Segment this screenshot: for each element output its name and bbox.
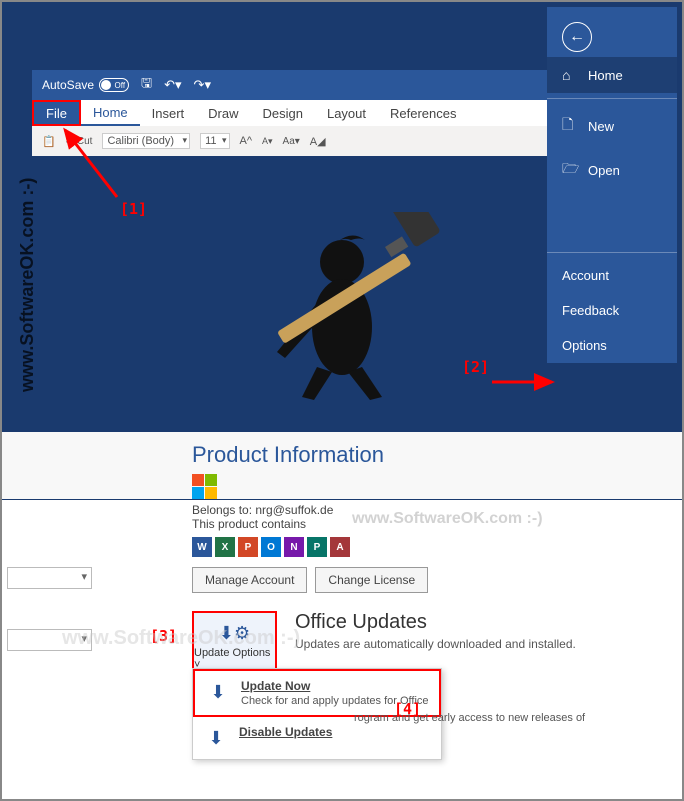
anno-1: [1] bbox=[120, 200, 147, 218]
new-icon: 🗋 bbox=[562, 114, 578, 138]
change-case-icon[interactable]: Aa▾ bbox=[283, 136, 300, 147]
tab-references[interactable]: References bbox=[378, 100, 468, 126]
arrow-1 bbox=[57, 122, 127, 192]
product-heading: Product Information bbox=[192, 442, 682, 468]
tab-draw[interactable]: Draw bbox=[196, 100, 250, 126]
backstage-top: ← bbox=[547, 7, 677, 57]
app-icon-n: N bbox=[284, 537, 304, 557]
autosave-label: AutoSave bbox=[42, 78, 94, 92]
backstage-open-label: Open bbox=[588, 163, 620, 178]
menu-disable-title: Disable Updates bbox=[239, 725, 332, 739]
arrow-2 bbox=[492, 362, 562, 402]
ms-logo bbox=[192, 474, 682, 486]
updates-sub: Updates are automatically downloaded and… bbox=[295, 637, 576, 651]
autosave-toggle[interactable]: AutoSave Off bbox=[42, 78, 129, 92]
backstage-options[interactable]: Options bbox=[547, 328, 677, 363]
manage-account-button[interactable]: Manage Account bbox=[192, 567, 307, 593]
disable-updates-icon: ⬇ bbox=[203, 725, 229, 751]
change-license-button[interactable]: Change License bbox=[315, 567, 428, 593]
backstage-account[interactable]: Account bbox=[547, 258, 677, 293]
clear-format-icon[interactable]: A◢ bbox=[310, 135, 326, 148]
tab-layout[interactable]: Layout bbox=[315, 100, 378, 126]
app-icon-o: O bbox=[261, 537, 281, 557]
anno-2: [2] bbox=[462, 358, 489, 376]
anno-4: [4] bbox=[394, 700, 421, 718]
backstage-home-label: Home bbox=[588, 68, 623, 83]
watermark-mid: www.SoftwareOK.com :-) bbox=[352, 510, 543, 528]
font-shrink-icon[interactable]: A▾ bbox=[262, 136, 273, 147]
backstage-account-label: Account bbox=[562, 268, 609, 283]
app-icons: WXPONPA bbox=[192, 537, 682, 557]
stub-select-1[interactable] bbox=[7, 567, 92, 589]
app-icon-x: X bbox=[215, 537, 235, 557]
app-icon-a: A bbox=[330, 537, 350, 557]
open-icon: 🗁 bbox=[562, 158, 578, 182]
update-now-icon: ⬇ bbox=[205, 679, 231, 705]
app-icon-p: P bbox=[238, 537, 258, 557]
backstage-open[interactable]: 🗁 Open bbox=[547, 148, 677, 192]
backstage-home[interactable]: ⌂ Home bbox=[547, 57, 677, 93]
home-icon: ⌂ bbox=[562, 67, 578, 83]
hammer-figure bbox=[222, 212, 442, 402]
watermark-bottom: www.SoftwareOK.com :-) bbox=[62, 627, 300, 650]
save-icon[interactable]: 🖫 bbox=[141, 74, 152, 96]
watermark-side: www.SoftwareOK.com :-) bbox=[17, 178, 38, 392]
ms-logo2 bbox=[192, 487, 682, 499]
backstage-sidebar: ← ⌂ Home 🗋 New 🗁 Open Account Feedback O… bbox=[547, 7, 677, 363]
backstage-feedback[interactable]: Feedback bbox=[547, 293, 677, 328]
backstage-feedback-label: Feedback bbox=[562, 303, 619, 318]
tab-design[interactable]: Design bbox=[251, 100, 315, 126]
undo-icon[interactable]: ↶▾ bbox=[164, 77, 181, 93]
paste-icon[interactable]: 📋 bbox=[42, 135, 56, 148]
insider-text: rogram and get early access to new relea… bbox=[354, 712, 585, 724]
back-button[interactable]: ← bbox=[562, 22, 592, 52]
app-icon-p: P bbox=[307, 537, 327, 557]
font-grow-icon[interactable]: A^ bbox=[240, 135, 253, 147]
updates-heading: Office Updates bbox=[295, 611, 576, 634]
backstage-options-label: Options bbox=[562, 338, 607, 353]
product-section: Product Information bbox=[2, 432, 682, 499]
font-size-box[interactable]: 11 bbox=[200, 133, 229, 149]
menu-update-now-title: Update Now bbox=[241, 679, 429, 693]
backstage-new-label: New bbox=[588, 119, 614, 134]
app-icon-w: W bbox=[192, 537, 212, 557]
toggle-pill[interactable]: Off bbox=[99, 78, 129, 92]
backstage-new[interactable]: 🗋 New bbox=[547, 104, 677, 148]
titlebar: AutoSave Off 🖫 ↶▾ ↷▾ bbox=[32, 70, 552, 100]
tab-insert[interactable]: Insert bbox=[140, 100, 197, 126]
redo-icon[interactable]: ↷▾ bbox=[194, 77, 211, 93]
